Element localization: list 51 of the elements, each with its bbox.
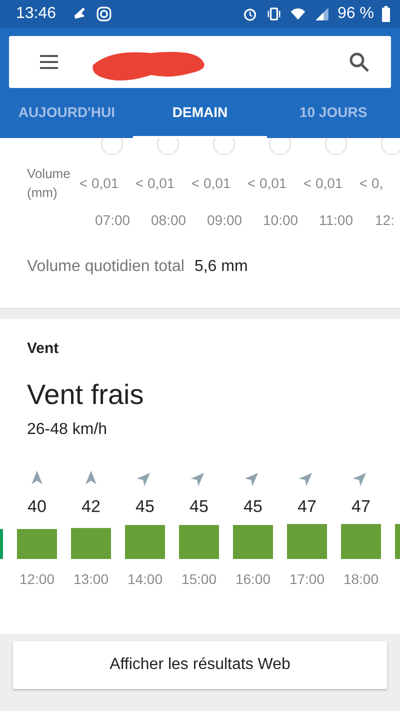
status-time: 13:46 — [16, 5, 56, 23]
volume-value: < 0,01 — [246, 175, 287, 191]
wind-speed: 47 — [352, 497, 370, 517]
wind-bar — [71, 528, 111, 559]
vibrate-icon — [266, 6, 282, 22]
wind-speed: 47 — [298, 497, 316, 517]
row-label: Volume (mm) — [27, 165, 70, 202]
battery-percent: 96 % — [338, 5, 374, 23]
tab[interactable]: AUJOURD'HUI — [0, 88, 134, 138]
wind-bar — [233, 525, 273, 559]
volume-value: < 0,01 — [302, 175, 343, 191]
wind-bar — [179, 525, 219, 559]
signal-icon — [314, 6, 330, 22]
wind-speed: 45 — [136, 497, 154, 517]
search-bar[interactable] — [9, 36, 391, 88]
hour-label: 09:00 — [206, 212, 242, 228]
battery-icon — [382, 6, 390, 22]
wind-speed: 42 — [82, 497, 100, 517]
hour-label: 17:00 — [289, 571, 325, 587]
hour-label: 11:00 — [318, 212, 353, 228]
tab[interactable]: 10 JOURS — [266, 88, 400, 138]
search-icon[interactable] — [347, 50, 371, 74]
wind-summary: Vent frais — [26, 378, 145, 411]
hour-label: 12: — [374, 212, 394, 228]
hour-label: 10:00 — [262, 212, 298, 228]
web-results-button[interactable]: Afficher les résultats Web — [13, 641, 387, 689]
hour-label: 15:00 — [181, 571, 217, 587]
wind-bar — [125, 525, 165, 559]
volume-value: < 0, — [358, 175, 384, 191]
hour-label: 16:00 — [235, 571, 271, 587]
hour-label: 18:00 — [343, 571, 379, 587]
wifi-icon — [290, 6, 306, 22]
hour-label: 12:00 — [19, 571, 55, 587]
total-label: Volume quotidien total — [27, 258, 184, 276]
section-title: Vent — [26, 339, 60, 357]
wind-speed: 45 — [244, 497, 262, 517]
volume-value: < 0,01 — [78, 175, 119, 191]
alarm-icon — [242, 6, 258, 22]
wind-speed: 45 — [190, 497, 208, 517]
volume-value: < 0,01 — [134, 175, 175, 191]
total-value: 5,6 mm — [194, 258, 248, 276]
wind-range: 26-48 km/h — [26, 420, 108, 439]
hour-label: 14:00 — [127, 571, 163, 587]
wind-bar — [341, 524, 381, 559]
wind-bar — [287, 524, 327, 559]
volume-value: < 0,01 — [190, 175, 231, 191]
wind-speed: 40 — [28, 497, 46, 517]
hour-label: 08:00 — [150, 212, 186, 228]
hour-label: 07:00 — [94, 212, 130, 228]
hour-label: 13:00 — [73, 571, 109, 587]
wind-bar — [17, 529, 57, 559]
